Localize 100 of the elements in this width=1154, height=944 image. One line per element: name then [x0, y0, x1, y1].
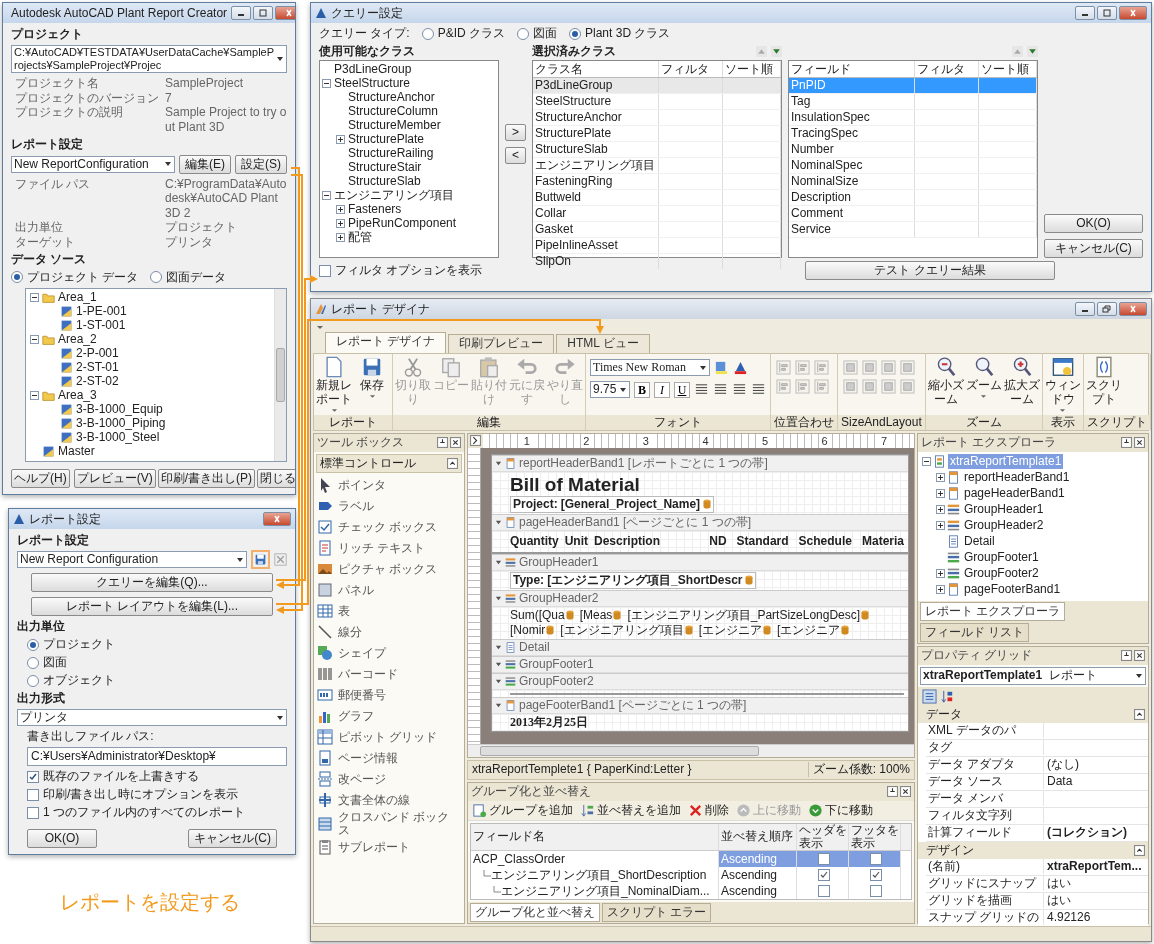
tree-item[interactable]: StructureMember: [348, 117, 441, 133]
band-label[interactable]: pageHeaderBand1 [ページごとに 1 つの帯]: [519, 514, 752, 530]
ribbon-tab[interactable]: HTML ビュー: [556, 334, 650, 353]
property-value[interactable]: はい: [1047, 893, 1071, 908]
pane-tab[interactable]: フィールド リスト: [920, 622, 1030, 642]
radio-button[interactable]: [27, 638, 39, 651]
close-button[interactable]: [275, 6, 295, 20]
toolbox-item[interactable]: ラベル: [338, 499, 374, 513]
column-heading[interactable]: Quantity: [510, 533, 559, 549]
text-style-button[interactable]: B: [634, 381, 650, 398]
font-color-icon[interactable]: [733, 360, 748, 375]
checkbox[interactable]: [869, 853, 882, 865]
tree-item[interactable]: GroupFooter2: [962, 566, 1041, 582]
band-label[interactable]: GroupHeader1: [519, 554, 599, 570]
expand-icon[interactable]: [936, 473, 945, 483]
minimize-button[interactable]: [1075, 6, 1095, 20]
data-field[interactable]: [Nomir: [510, 622, 546, 638]
column-heading[interactable]: Description: [594, 533, 660, 549]
table-row[interactable]: InsulationSpec: [789, 110, 1037, 126]
tree-item[interactable]: 2-ST-01: [76, 360, 119, 376]
collapse-icon[interactable]: [495, 677, 502, 685]
tree-item[interactable]: StructureColumn: [348, 103, 439, 119]
restore-button[interactable]: [1097, 302, 1117, 316]
toolbox-item[interactable]: 文書全体の線: [338, 793, 410, 807]
text-style-button[interactable]: I: [654, 381, 670, 398]
floppy-disk-icon[interactable]: [254, 553, 267, 566]
table-row[interactable]: Number: [789, 142, 1037, 158]
font-dropdown[interactable]: Times New Roman: [590, 359, 710, 376]
radio-button[interactable]: [517, 27, 529, 40]
toolbox-item[interactable]: グラフ: [338, 709, 374, 723]
checkbox[interactable]: [319, 264, 331, 277]
ribbon-button[interactable]: ウィンドウ: [1043, 356, 1082, 413]
property-value[interactable]: はい: [1047, 876, 1071, 891]
tree-item[interactable]: P3dLineGroup: [334, 61, 412, 77]
ribbon-button[interactable]: 保存: [353, 356, 391, 413]
toolbox-item[interactable]: ポインタ: [338, 478, 386, 492]
tree-item[interactable]: Master: [58, 444, 95, 460]
tree-item[interactable]: SteelStructure: [334, 75, 411, 91]
ribbon-button[interactable]: ズーム: [964, 356, 1003, 413]
font-size-dropdown[interactable]: 9.75: [590, 381, 630, 398]
table-row[interactable]: Gasket: [533, 222, 781, 238]
toolbox-item[interactable]: 改ページ: [338, 772, 386, 786]
dialog-button[interactable]: クエリーを編集(Q)...: [31, 573, 273, 592]
dialog-button[interactable]: OK(O): [1044, 214, 1143, 233]
close-button[interactable]: [1119, 6, 1147, 20]
project-dropdown[interactable]: C:¥AutoCAD¥TESTDATA¥UserDataCache¥SampleProjects¥SampleProject¥Projec: [11, 45, 287, 74]
dialog-button[interactable]: レポート レイアウトを編集(L)...: [31, 597, 273, 616]
column-header[interactable]: 並べ替え順序: [719, 823, 797, 850]
collapse-icon[interactable]: [495, 643, 502, 651]
highlight-color-icon[interactable]: [714, 360, 729, 375]
toolbox-item[interactable]: リッチ テキスト: [338, 541, 426, 555]
toolbox-item[interactable]: ピボット グリッド: [338, 730, 438, 744]
expand-icon[interactable]: [336, 204, 345, 214]
toolbox-item[interactable]: ページ情報: [338, 751, 398, 765]
collapse-icon[interactable]: [30, 293, 39, 303]
table-row[interactable]: StructureAnchor: [533, 110, 781, 126]
column-heading[interactable]: Schedule: [798, 533, 852, 549]
toolbar-button[interactable]: 削除: [688, 802, 729, 818]
band-label[interactable]: reportHeaderBand1 [レポートごとに 1 つの帯]: [519, 455, 768, 471]
ribbon-tab[interactable]: 印刷プレビュー: [448, 334, 555, 353]
tree-item[interactable]: 2-P-001: [76, 346, 119, 362]
checkbox[interactable]: [869, 869, 882, 881]
table-row[interactable]: Tag: [789, 94, 1037, 110]
checkbox[interactable]: [27, 770, 39, 783]
checkbox[interactable]: [817, 853, 830, 865]
checkbox[interactable]: [27, 788, 39, 801]
tree-item[interactable]: 3-B-1000_Piping: [76, 416, 166, 432]
column-heading[interactable]: ND: [709, 533, 727, 549]
tree-item[interactable]: StructureSlab: [348, 173, 421, 189]
tree-item[interactable]: 1-PE-001: [76, 304, 127, 320]
expand-icon[interactable]: [936, 505, 945, 515]
table-row[interactable]: SlipOn: [533, 254, 781, 270]
input-field[interactable]: C:¥Users¥Administrator¥Desktop¥: [27, 747, 287, 766]
pane-tab[interactable]: スクリプト エラー: [602, 903, 712, 922]
collapse-icon[interactable]: [495, 518, 502, 526]
expand-icon[interactable]: [936, 489, 945, 499]
property-value[interactable]: (なし): [1047, 757, 1079, 772]
table-row[interactable]: FasteningRing: [533, 174, 781, 190]
band-label[interactable]: GroupFooter1: [519, 656, 594, 672]
ribbon-button[interactable]: 新規レポート: [315, 356, 353, 413]
report-config-dropdown[interactable]: New Report Configuration: [17, 551, 247, 568]
column-heading[interactable]: Materia: [861, 533, 904, 549]
help-button[interactable]: ヘルプ(H): [11, 468, 70, 488]
tree-item[interactable]: reportHeaderBand1: [962, 470, 1072, 486]
collapse-icon[interactable]: [922, 457, 931, 467]
column-header[interactable]: フィルタ: [915, 61, 979, 77]
property-value[interactable]: (コレクション): [1047, 825, 1127, 840]
ribbon-tab[interactable]: レポート デザイナ: [325, 332, 447, 353]
dialog-button[interactable]: キャンセル(C): [1044, 239, 1143, 258]
ribbon-button[interactable]: 縮小ズーム: [926, 356, 965, 413]
band-label[interactable]: GroupFooter2: [519, 673, 594, 689]
column-header[interactable]: ソート順: [723, 61, 781, 77]
close-icon[interactable]: [450, 437, 461, 449]
data-field[interactable]: [Meas: [579, 607, 613, 623]
table-row[interactable]: エンジニアリング項目: [533, 158, 781, 174]
tree-item[interactable]: pageFooterBand1: [962, 582, 1063, 598]
test-query-button[interactable]: テスト クエリー結果: [805, 261, 1055, 280]
tree-item[interactable]: 3-B-1000_Equip: [76, 402, 163, 418]
output-format-dropdown[interactable]: プリンタ: [17, 709, 287, 726]
collapse-icon[interactable]: [495, 660, 502, 668]
